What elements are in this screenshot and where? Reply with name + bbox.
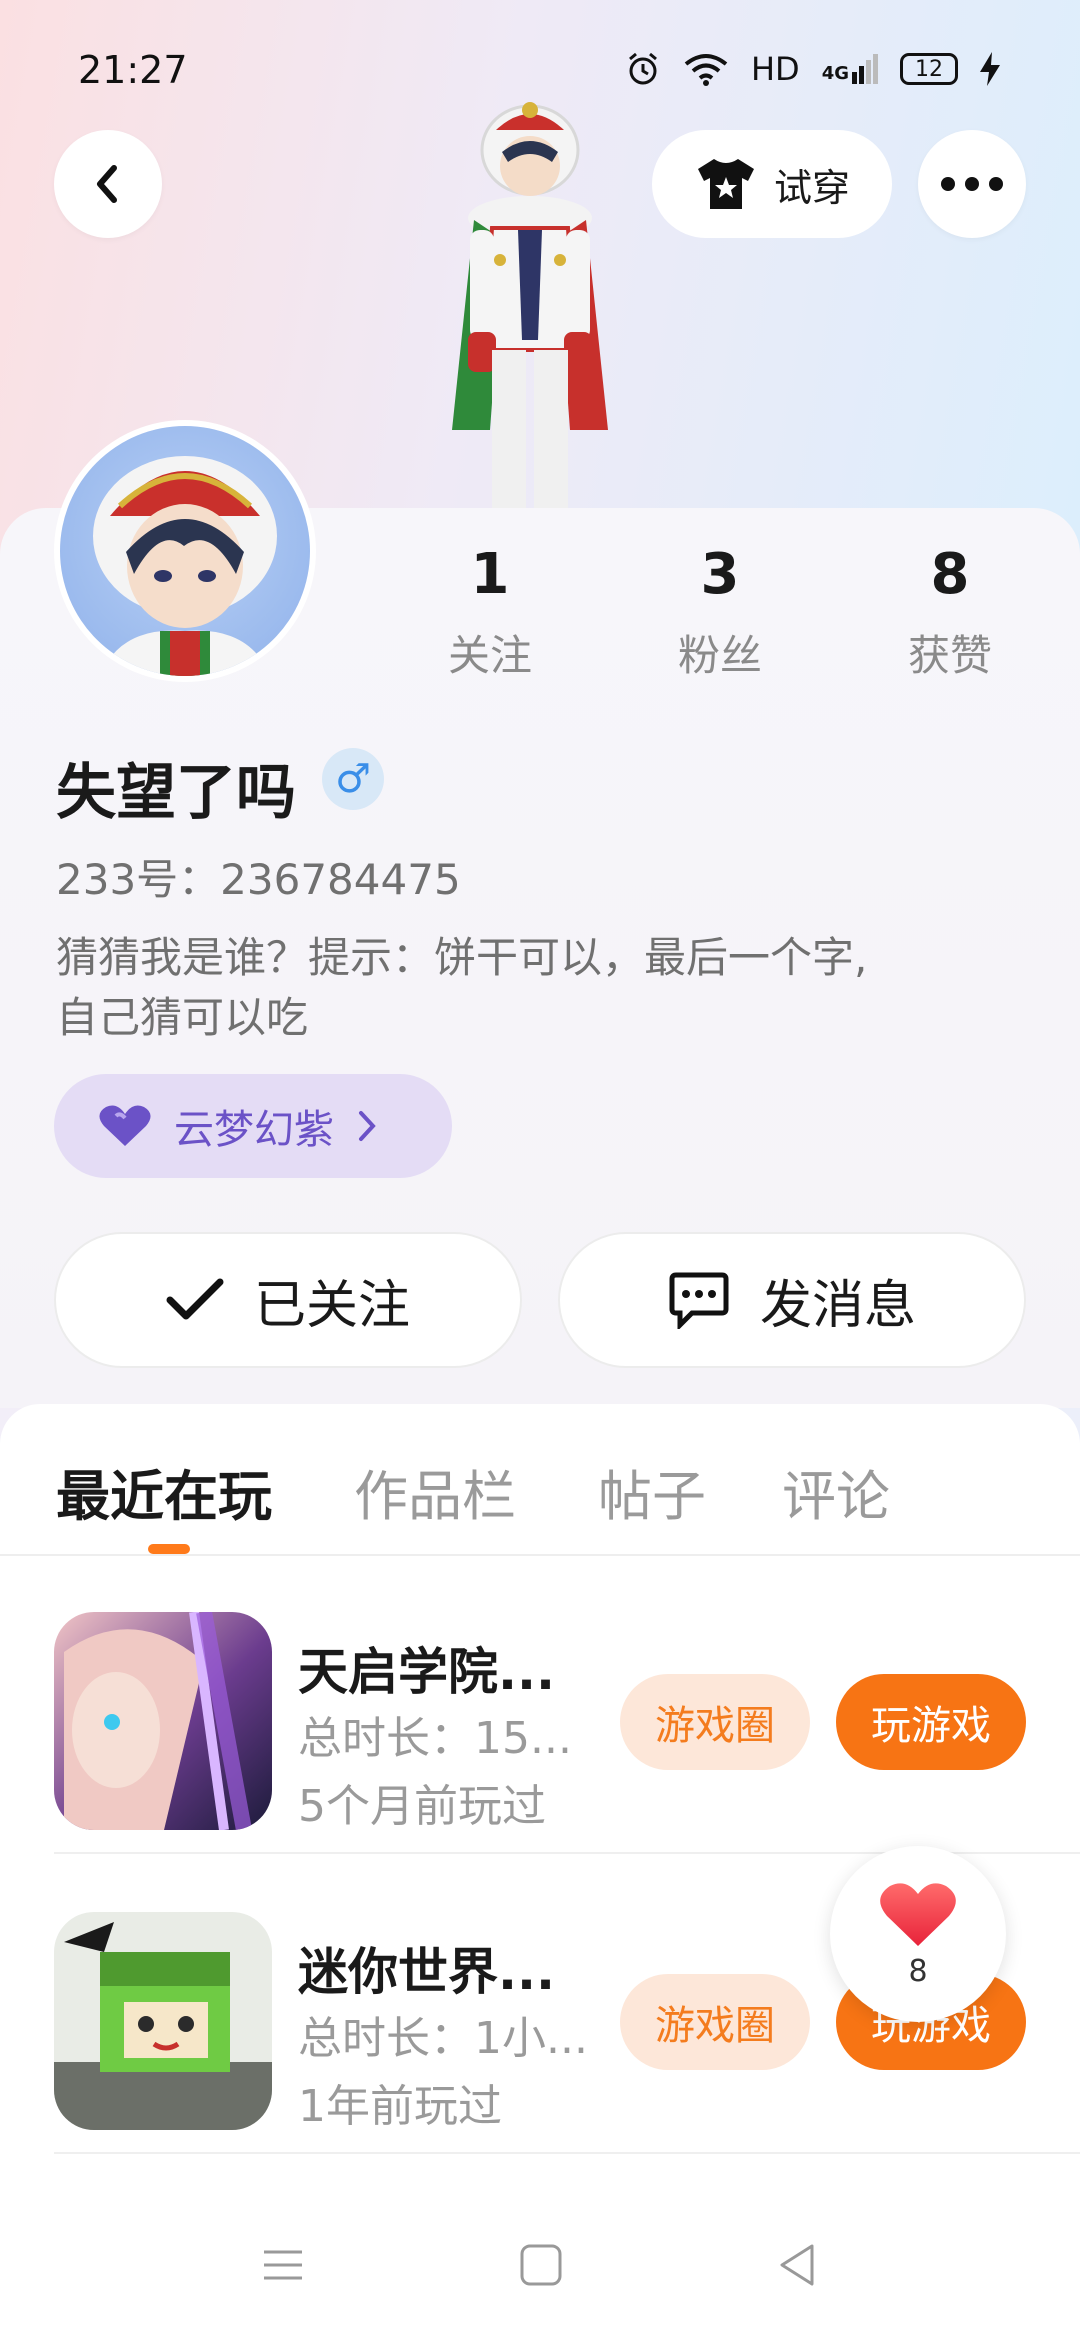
tab-indicator — [148, 1544, 190, 1554]
shirt-icon — [697, 159, 754, 209]
game-duration: 总时长：15... — [298, 1713, 572, 1764]
chevron-right-icon — [359, 1111, 376, 1141]
user-id: 233号：236784475 — [56, 855, 461, 904]
tab-recent-play[interactable]: 最近在玩 — [56, 1452, 272, 1531]
more-dots-icon — [941, 177, 1003, 191]
profile-tabs: 最近在玩 作品栏 帖子 评论 — [0, 1404, 1080, 1556]
game-row[interactable]: 天启学院... 总时长：15... 5个月前玩过 游戏圈 玩游戏 — [54, 1556, 1080, 1854]
menu-nav-button[interactable] — [258, 2240, 308, 2294]
heart-icon — [99, 1105, 151, 1146]
message-button[interactable]: 发消息 — [558, 1232, 1026, 1368]
game-title: 迷你世界... — [298, 1943, 555, 2001]
status-time: 21:27 — [78, 48, 188, 92]
stat-followers[interactable]: 3 粉丝 — [630, 540, 810, 683]
game-icon-mini-world[interactable] — [54, 1912, 272, 2130]
game-last-played: 5个月前玩过 — [298, 1781, 546, 1832]
floating-like-button[interactable]: 8 — [830, 1846, 1006, 2022]
game-duration: 总时长：1小... — [298, 2013, 588, 2064]
member-badge[interactable]: 云梦幻紫 — [54, 1074, 452, 1178]
game-circle-button[interactable]: 游戏圈 — [620, 1974, 810, 2070]
play-game-button[interactable]: 玩游戏 — [836, 1674, 1026, 1770]
game-circle-button[interactable]: 游戏圈 — [620, 1674, 810, 1770]
tab-comments[interactable]: 评论 — [782, 1452, 890, 1531]
stat-label: 获赞 — [907, 631, 992, 680]
game-icon-tianqi[interactable] — [54, 1612, 272, 1830]
stat-following[interactable]: 1 关注 — [400, 540, 580, 683]
menu-icon — [264, 2250, 302, 2280]
network-label: HD — [750, 50, 800, 88]
back-button[interactable] — [54, 130, 162, 238]
wifi-icon — [684, 54, 728, 86]
tryon-button[interactable]: 试穿 — [652, 130, 892, 238]
more-button[interactable] — [918, 130, 1026, 238]
home-nav-button[interactable] — [516, 2240, 566, 2294]
tab-posts[interactable]: 帖子 — [598, 1452, 706, 1531]
system-nav-bar — [0, 2200, 1080, 2340]
message-label: 发消息 — [759, 1275, 916, 1336]
nickname: 失望了吗 — [56, 758, 296, 828]
stat-value: 8 — [930, 542, 970, 607]
signal-label: 4G — [822, 54, 878, 84]
like-count: 8 — [908, 1953, 928, 1989]
signal-icon — [852, 54, 878, 84]
stat-label: 粉丝 — [677, 631, 762, 680]
stat-likes[interactable]: 8 获赞 — [860, 540, 1040, 683]
triangle-back-icon — [780, 2244, 814, 2286]
alarm-icon — [629, 52, 657, 85]
gender-male-icon: ♂ — [322, 748, 384, 810]
status-icons: HD 4G 12 — [625, 50, 1000, 88]
game-last-played: 1年前玩过 — [298, 2081, 502, 2132]
stat-label: 关注 — [447, 631, 532, 680]
stat-value: 3 — [700, 542, 740, 607]
charging-icon — [980, 52, 1000, 86]
bio-line: 猜猜我是谁？提示：饼干可以，最后一个字, — [56, 933, 868, 982]
heart-icon — [880, 1882, 956, 1946]
followed-label: 已关注 — [253, 1275, 410, 1336]
stat-value: 1 — [470, 542, 510, 607]
followed-button[interactable]: 已关注 — [54, 1232, 522, 1368]
bio: 猜猜我是谁？提示：饼干可以，最后一个字, 自己猜可以吃 — [56, 928, 1016, 1048]
back-nav-button[interactable] — [772, 2240, 822, 2294]
chat-bubble-icon — [669, 1272, 729, 1329]
avatar[interactable] — [54, 420, 316, 682]
chevron-left-icon — [97, 165, 117, 203]
game-title: 天启学院... — [298, 1643, 555, 1701]
check-icon — [166, 1278, 224, 1320]
battery-icon: 12 — [900, 53, 958, 85]
character-figure — [400, 100, 660, 510]
bio-line: 自己猜可以吃 — [56, 993, 309, 1042]
square-icon — [520, 2244, 562, 2286]
tab-works[interactable]: 作品栏 — [354, 1452, 516, 1531]
badge-label: 云梦幻紫 — [174, 1107, 334, 1153]
tryon-label: 试穿 — [773, 165, 850, 210]
